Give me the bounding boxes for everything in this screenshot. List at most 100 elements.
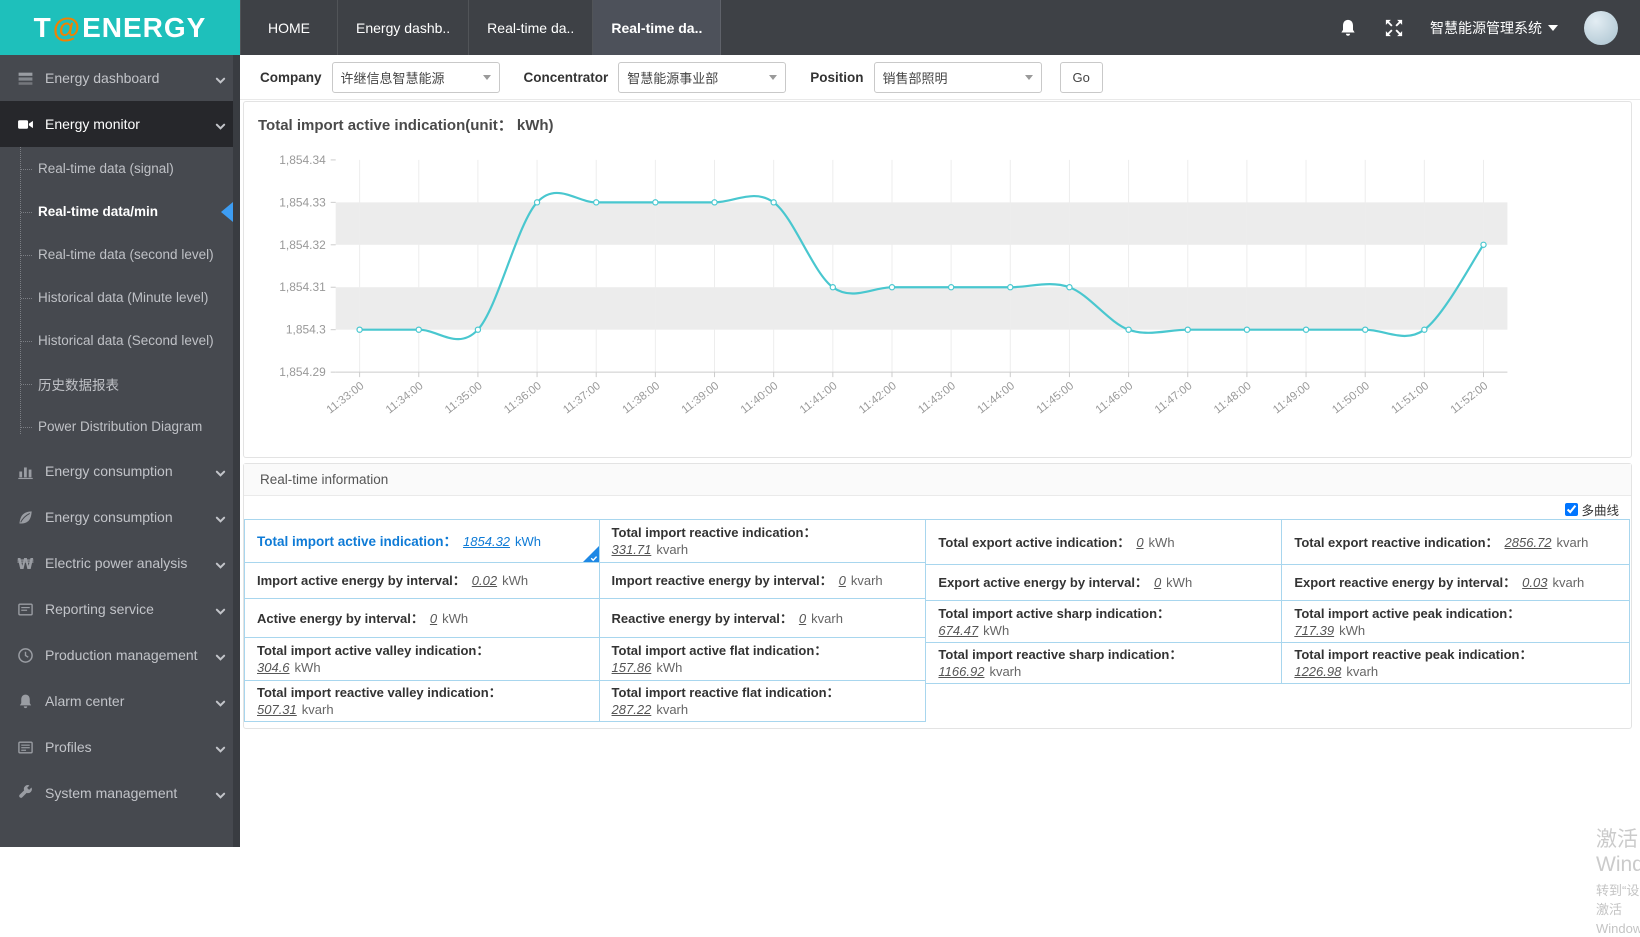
data-point-marker	[1125, 326, 1132, 333]
sidebar-item-4[interactable]: ₩ Electric power analysis	[0, 540, 240, 586]
nav-tab-1[interactable]: Energy dashb..	[338, 0, 470, 55]
cell-value: 157.86	[611, 660, 652, 675]
chevron-down-icon	[1024, 74, 1033, 80]
table-cell: Import active energy by interval： 0.02 kWh	[244, 562, 600, 599]
cell-value-group: 0 kvarh	[839, 573, 883, 588]
cell-value: 0	[838, 573, 846, 588]
cell-value: 1854.32	[463, 533, 511, 549]
table-cell: Total import active indication： 1854.32 kW…	[244, 519, 600, 563]
data-point-marker	[1243, 326, 1251, 333]
cell-value-group: 304.6 kWh	[257, 659, 587, 676]
table-cell: Total import active sharp indication： 674…	[925, 600, 1283, 643]
cell-value-group: 0 kWh	[430, 611, 468, 626]
sidebar-subitem-4[interactable]: Historical data (Second level)	[0, 319, 240, 362]
cell-unit: kWh	[656, 660, 683, 675]
chart-title: Total import active indication(unit： kWh…	[258, 117, 554, 134]
concentrator-select[interactable]: 智慧能源事业部	[618, 61, 787, 93]
data-point-marker	[1007, 284, 1014, 291]
cell-label: Total export active indication：	[938, 534, 1131, 550]
sidebar-item-label: Energy monitor	[45, 116, 140, 132]
bell-icon[interactable]	[1338, 18, 1358, 38]
sidebar-subitem-2[interactable]: Real-time data (second level)	[0, 233, 240, 276]
leaf-icon	[17, 509, 34, 526]
data-point-marker	[829, 284, 837, 291]
cell-unit: kvarh	[1552, 575, 1585, 590]
data-point-marker	[1066, 284, 1073, 291]
company-select-value: 许继信息智慧能源	[340, 70, 445, 86]
sidebar-subitem-0[interactable]: Real-time data (signal)	[0, 147, 240, 190]
nav-tab-3[interactable]: Real-time da..	[593, 0, 722, 55]
cell-label: Total import active indication：	[257, 533, 458, 549]
system-title-dropdown[interactable]: 智慧能源管理系统	[1430, 18, 1558, 38]
cell-unit: kWh	[1148, 534, 1175, 550]
go-button[interactable]: Go	[1059, 61, 1103, 93]
cell-unit: kWh	[294, 660, 321, 675]
y-axis-tick-label: 1,854.34	[279, 153, 326, 167]
table-column-2: Total export active indication： 0 kWh Expor…	[925, 519, 1283, 684]
x-axis-tick-label: 11:35:00	[443, 380, 485, 416]
table-cell: Export reactive energy by interval： 0.03 k…	[1281, 564, 1630, 601]
cell-value-group: 0.03 kvarh	[1522, 575, 1584, 590]
windows-activation-watermark: 激活 Windows 转到“设置”以激活 Windows。	[1596, 823, 1640, 937]
cell-label: Total export reactive indication：	[1294, 534, 1499, 550]
sidebar-subitem-label: Power Distribution Diagram	[38, 419, 203, 434]
cell-label: Total import reactive valley indication：	[257, 685, 502, 700]
x-axis-tick-label: 11:46:00	[1094, 380, 1136, 416]
line-chart-svg: 1,854.34 1,854.33 1,854.32 1,854.31 1,854.3 1…	[279, 153, 1508, 416]
multi-curve-checkbox[interactable]	[1565, 502, 1579, 516]
table-cell-text: Reactive energy by interval： 0 kvarh	[612, 610, 914, 627]
sidebar-item-3[interactable]: Energy consumption	[0, 494, 240, 540]
x-axis-tick-label: 11:52:00	[1449, 380, 1491, 416]
main-content: Company 许继信息智慧能源 Concentrator 智慧能源事业部 Po…	[240, 55, 1640, 936]
chevron-down-icon	[215, 696, 226, 707]
sidebar-item-6[interactable]: Production management	[0, 632, 240, 678]
table-cell-text: Total import active valley indication： 30…	[257, 642, 587, 676]
cell-value: 674.47	[938, 622, 979, 638]
position-select[interactable]: 销售部照明	[873, 61, 1042, 93]
sidebar-scrollbar[interactable]	[233, 55, 240, 847]
sidebar-item-9[interactable]: System management	[0, 770, 240, 816]
company-select[interactable]: 许继信息智慧能源	[331, 61, 500, 93]
sidebar-item-2[interactable]: Energy consumption	[0, 448, 240, 494]
sidebar-item-label: Energy consumption	[45, 463, 173, 479]
sidebar-item-label: System management	[45, 785, 178, 801]
cell-label: Total import reactive flat indication：	[611, 685, 840, 700]
panel-title: Real-time information	[260, 472, 389, 487]
sidebar-subitem-5[interactable]: 历史数据报表	[0, 362, 240, 405]
sidebar-subitem-label: Real-time data (signal)	[38, 161, 174, 176]
chevron-down-icon	[215, 512, 226, 523]
cell-unit: kvarh	[1346, 664, 1379, 679]
table-cell-text: Total import active sharp indication： 674…	[938, 605, 1269, 639]
table-cell-text: Total import reactive indication： 331.71 k…	[612, 524, 914, 558]
data-point-marker	[356, 326, 363, 333]
cell-value: 507.31	[257, 702, 297, 717]
chart-card: Total import active indication(unit： kWh…	[243, 101, 1632, 458]
table-cell-text: Total export reactive indication： 2856.72…	[1294, 534, 1617, 551]
topbar-right: 智慧能源管理系统	[1338, 0, 1640, 55]
cell-unit: kvarh	[656, 542, 689, 557]
chevron-down-icon	[215, 119, 226, 130]
sidebar-subitem-3[interactable]: Historical data (Minute level)	[0, 276, 240, 319]
nav-tab-2[interactable]: Real-time da..	[469, 0, 594, 55]
sidebar-item-1[interactable]: Energy monitor	[0, 101, 240, 147]
x-axis-tick-label: 11:50:00	[1330, 380, 1372, 416]
data-point-marker	[888, 284, 896, 291]
sidebar-item-5[interactable]: Reporting service	[0, 586, 240, 632]
cell-unit: kWh	[1339, 622, 1366, 638]
table-cell-text: Export reactive energy by interval： 0.03 k…	[1294, 574, 1617, 591]
nav-tab-0[interactable]: HOME	[240, 0, 338, 55]
fullscreen-icon[interactable]	[1384, 18, 1404, 38]
x-axis-tick-label: 11:38:00	[620, 380, 662, 416]
sidebar-subitem-1[interactable]: Real-time data/min	[0, 190, 240, 233]
multi-curve-label: 多曲线	[1581, 503, 1619, 518]
cell-unit: kWh	[1166, 575, 1193, 590]
table-cell: Total export active indication： 0 kWh	[925, 519, 1283, 565]
table-column-3: Total export reactive indication： 2856.72…	[1281, 519, 1630, 684]
sidebar-subitem-6[interactable]: Power Distribution Diagram	[0, 405, 240, 448]
table-cell: Total import active peak indication： 717.…	[1281, 600, 1630, 643]
user-avatar[interactable]	[1584, 10, 1618, 45]
sidebar-item-8[interactable]: Profiles	[0, 724, 240, 770]
sidebar-item-0[interactable]: Energy dashboard	[0, 55, 240, 101]
chevron-down-icon	[215, 558, 226, 569]
sidebar-item-7[interactable]: Alarm center	[0, 678, 240, 724]
